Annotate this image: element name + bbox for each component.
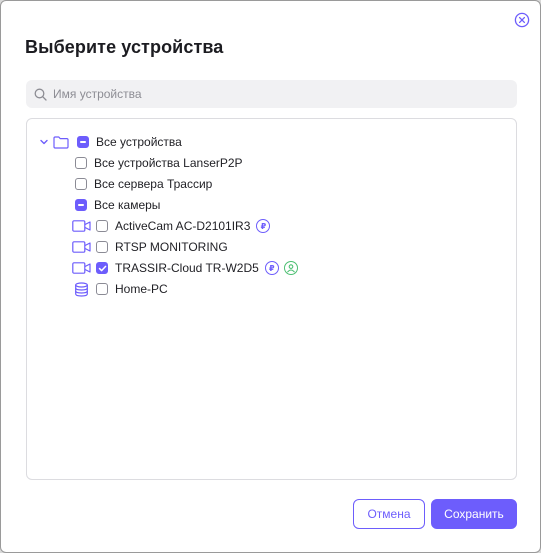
- camera-icon: [72, 220, 91, 232]
- checkbox-trassir-cloud[interactable]: [96, 262, 108, 274]
- tree-row-home-pc: Home-PC: [74, 280, 168, 298]
- tree-label-trassir-servers: Все сервера Трассир: [94, 177, 213, 191]
- search-icon: [34, 88, 47, 101]
- tree-row-lanserp2p: Все устройства LanserP2P: [75, 154, 243, 172]
- device-tree: Все устройства Все устройства LanserP2P …: [26, 118, 517, 480]
- select-devices-dialog: Выберите устройства Все устройства Все у…: [0, 0, 541, 553]
- tree-label-activecam: ActiveCam AC-D2101IR3: [115, 219, 251, 233]
- tree-label-all-cameras: Все камеры: [94, 198, 161, 212]
- ruble-icon: ₽: [256, 219, 271, 233]
- tree-row-activecam: ActiveCam AC-D2101IR3 ₽: [72, 217, 271, 235]
- tree-row-trassir-servers: Все сервера Трассир: [75, 175, 212, 193]
- checkbox-rtsp-monitoring[interactable]: [96, 241, 108, 253]
- cancel-button[interactable]: Отмена: [353, 499, 425, 529]
- checkmark-icon: [98, 265, 106, 271]
- user-icon: [283, 261, 298, 275]
- checkbox-all-devices[interactable]: [77, 136, 89, 148]
- tree-label-rtsp-monitoring: RTSP MONITORING: [115, 240, 228, 254]
- chevron-down-icon[interactable]: [39, 137, 49, 147]
- checkbox-trassir-servers[interactable]: [75, 178, 87, 190]
- tree-label-all-devices: Все устройства: [96, 135, 182, 149]
- tree-label-lanserp2p: Все устройства LanserP2P: [94, 156, 243, 170]
- close-button[interactable]: [514, 12, 530, 28]
- search-input[interactable]: [53, 87, 493, 101]
- checkbox-lanserp2p[interactable]: [75, 157, 87, 169]
- checkbox-all-cameras[interactable]: [75, 199, 87, 211]
- tree-row-all-devices: Все устройства: [39, 133, 182, 151]
- search-box: [26, 80, 517, 108]
- camera-icon: [72, 262, 91, 274]
- tree-label-trassir-cloud: TRASSIR-Cloud TR-W2D5: [115, 261, 259, 275]
- save-button[interactable]: Сохранить: [431, 499, 517, 529]
- tree-row-all-cameras: Все камеры: [75, 196, 160, 214]
- tree-row-trassir-cloud: TRASSIR-Cloud TR-W2D5 ₽: [72, 259, 298, 277]
- checkbox-activecam[interactable]: [96, 220, 108, 232]
- folder-icon: [53, 135, 69, 149]
- ruble-icon: ₽: [264, 261, 279, 275]
- close-circle-icon: [514, 12, 530, 28]
- checkbox-home-pc[interactable]: [96, 283, 108, 295]
- tree-label-home-pc: Home-PC: [115, 282, 168, 296]
- camera-icon: [72, 241, 91, 253]
- database-icon: [75, 281, 88, 297]
- tree-row-rtsp-monitoring: RTSP MONITORING: [72, 238, 228, 256]
- dialog-title: Выберите устройства: [25, 37, 224, 57]
